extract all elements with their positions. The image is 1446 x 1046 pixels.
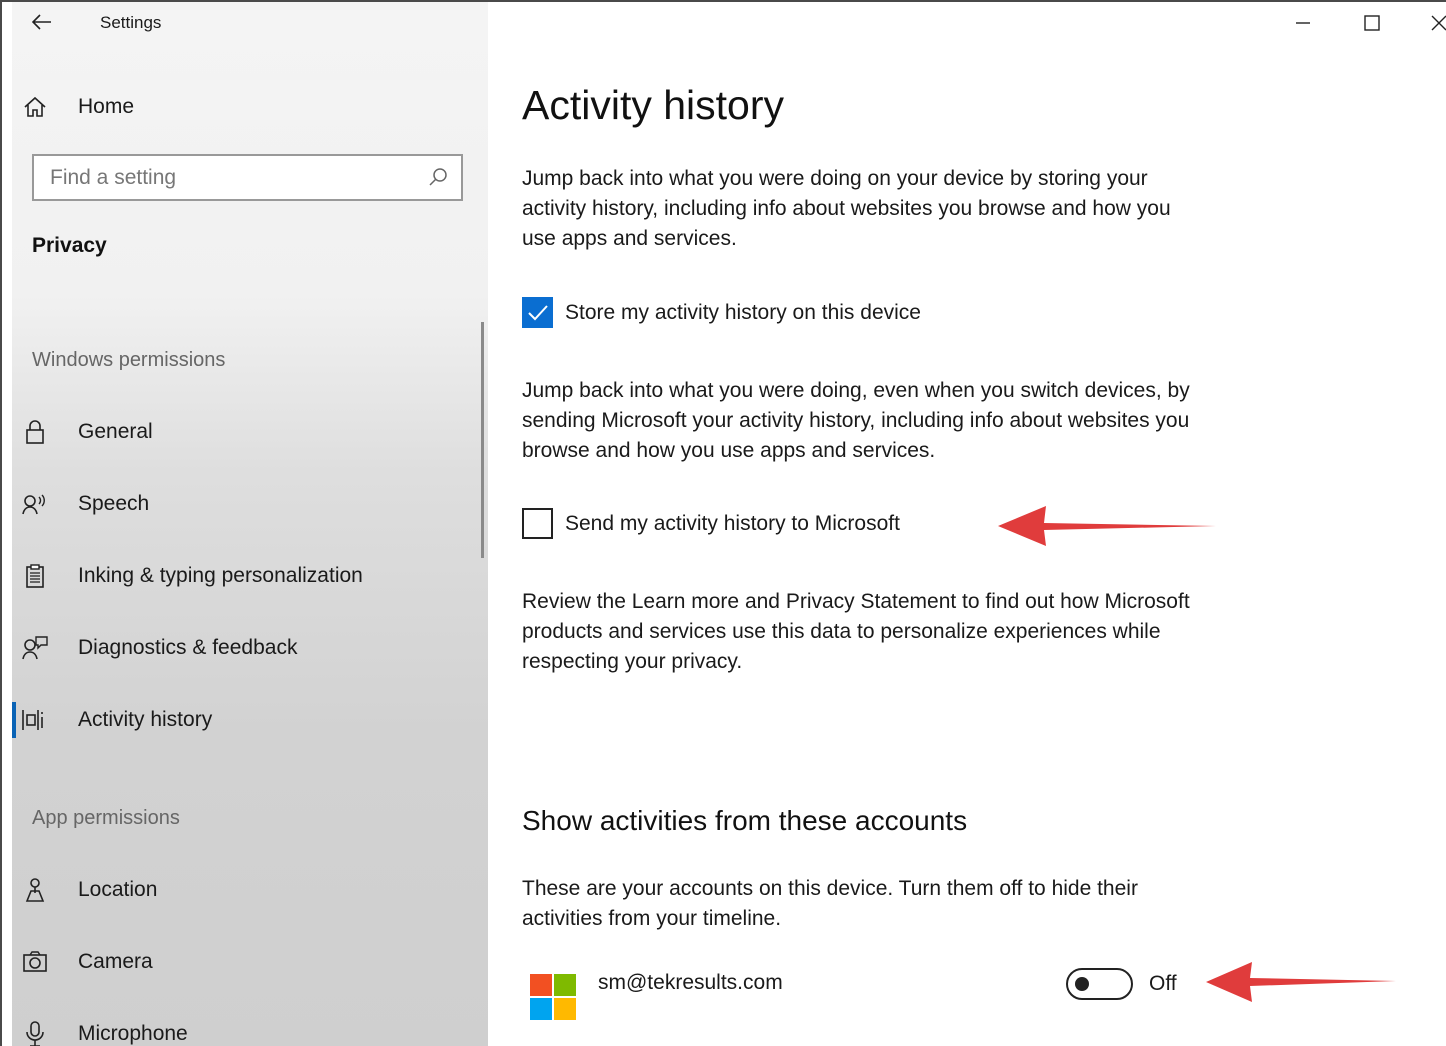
review-text: Review the Learn more and Privacy Statem… — [522, 590, 1190, 673]
sidebar-item-label: Microphone — [78, 1022, 188, 1045]
sidebar-item-label: Home — [78, 95, 135, 118]
sidebar-item-label: Activity history — [78, 708, 213, 731]
sidebar-item-microphone[interactable]: Microphone — [20, 1012, 460, 1046]
home-icon — [20, 92, 50, 122]
back-arrow-icon — [32, 14, 51, 30]
sidebar-item-general[interactable]: General — [20, 410, 460, 454]
accounts-section-title: Show activities from these accounts — [522, 805, 968, 836]
sidebar-item-label: Location — [78, 878, 158, 901]
checkmark-icon — [527, 304, 548, 320]
microphone-icon — [20, 1019, 50, 1046]
search-icon[interactable] — [427, 166, 449, 193]
selected-indicator — [12, 702, 16, 738]
group-title-windows-permissions: Windows permissions — [32, 349, 226, 371]
sidebar-item-label: Diagnostics & feedback — [78, 636, 298, 659]
sidebar-item-label: Inking & typing personalization — [78, 564, 363, 587]
account-row: sm@tekresults.com — [530, 971, 783, 1020]
location-icon — [20, 875, 50, 905]
store-activity-checkbox[interactable] — [522, 297, 553, 328]
feedback-icon — [20, 633, 50, 663]
minimize-icon — [1296, 22, 1310, 24]
send-activity-checkbox-row[interactable]: Send my activity history to Microsoft — [522, 508, 900, 539]
accounts-description: These are your accounts on this device. … — [522, 877, 1138, 930]
sidebar-item-label: General — [78, 420, 153, 443]
sidebar-item-home[interactable]: Home — [20, 85, 460, 129]
annotation-arrow-icon — [1206, 962, 1396, 1002]
sidebar-item-location[interactable]: Location — [20, 868, 460, 912]
toggle-state-label: Off — [1149, 972, 1177, 995]
group-title-app-permissions: App permissions — [32, 807, 180, 829]
account-toggle[interactable] — [1066, 968, 1133, 1000]
speech-icon — [20, 489, 50, 519]
sidebar-item-label: Speech — [78, 492, 150, 515]
lock-icon — [20, 417, 50, 447]
search-box[interactable] — [32, 154, 463, 201]
minimize-button[interactable] — [1280, 6, 1326, 40]
send-activity-checkbox[interactable] — [522, 508, 553, 539]
sidebar-item-diagnostics-feedback[interactable]: Diagnostics & feedback — [20, 626, 460, 670]
sidebar-item-speech[interactable]: Speech — [20, 482, 460, 526]
maximize-button[interactable] — [1349, 6, 1395, 40]
close-button[interactable] — [1416, 6, 1446, 40]
section-title: Privacy — [32, 234, 107, 257]
store-activity-label: Store my activity history on this device — [565, 300, 921, 324]
camera-icon — [20, 947, 50, 977]
sidebar-item-label: Camera — [78, 950, 153, 973]
page-title: Activity history — [522, 82, 784, 128]
settings-window: Settings Home Privacy Windows permission… — [0, 0, 1446, 1046]
sidebar-item-inking-typing[interactable]: Inking & typing personalization — [20, 554, 460, 598]
close-icon — [1431, 15, 1446, 31]
sidebar-item-camera[interactable]: Camera — [20, 940, 460, 984]
send-intro-text: Jump back into what you were doing, even… — [522, 379, 1190, 462]
timeline-icon — [20, 705, 50, 735]
send-activity-label: Send my activity history to Microsoft — [565, 511, 900, 535]
maximize-icon — [1364, 15, 1380, 31]
annotation-arrow-icon — [998, 506, 1216, 546]
account-email: sm@tekresults.com — [598, 971, 783, 994]
toggle-knob — [1075, 977, 1089, 991]
microsoft-logo-icon — [530, 974, 576, 1020]
search-input[interactable] — [50, 165, 410, 190]
sidebar-scrollbar[interactable] — [481, 322, 484, 558]
store-activity-checkbox-row[interactable]: Store my activity history on this device — [522, 297, 921, 328]
app-title: Settings — [100, 13, 162, 32]
clipboard-icon — [20, 561, 50, 591]
sidebar-item-activity-history[interactable]: Activity history — [20, 698, 460, 742]
back-button[interactable] — [24, 6, 60, 38]
intro-text: Jump back into what you were doing on yo… — [522, 167, 1171, 250]
